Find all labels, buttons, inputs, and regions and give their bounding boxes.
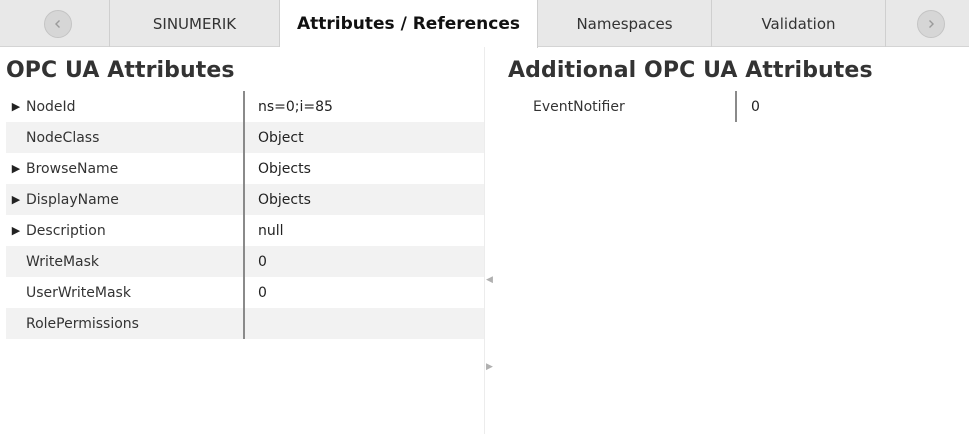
chevron-left-icon — [55, 20, 60, 28]
tab-attributes-references[interactable]: Attributes / References — [280, 0, 538, 48]
tab-namespaces[interactable]: Namespaces — [538, 0, 712, 47]
attribute-name: DisplayName — [26, 191, 119, 208]
additional-attributes-title: Additional OPC UA Attributes — [508, 58, 873, 83]
tab-label: Validation — [761, 14, 836, 33]
expand-caret-icon[interactable]: ▶ — [6, 224, 26, 237]
next-tab-button[interactable] — [917, 10, 945, 38]
attribute-name-cell: ▶ Description — [6, 215, 245, 246]
attribute-name: NodeClass — [26, 129, 100, 146]
attribute-name-cell: ▶ DisplayName — [6, 184, 245, 215]
attribute-name: NodeId — [26, 98, 76, 115]
tab-next-container — [886, 0, 969, 47]
attribute-value: Object — [258, 129, 304, 146]
tab-sinumerik[interactable]: SINUMERIK — [110, 0, 280, 47]
table-row-nodeclass[interactable]: NodeClass Object — [6, 122, 484, 153]
attribute-value: 0 — [258, 253, 267, 270]
table-row-eventnotifier[interactable]: EventNotifier 0 — [497, 91, 969, 122]
expand-caret-icon[interactable]: ▶ — [6, 193, 26, 206]
table-row-userwritemask[interactable]: UserWriteMask 0 — [6, 277, 484, 308]
attribute-name-cell: NodeClass — [6, 122, 245, 153]
tab-label: SINUMERIK — [152, 14, 237, 33]
attribute-name: RolePermissions — [26, 315, 139, 332]
expand-caret-icon[interactable]: ▶ — [6, 100, 26, 113]
tab-label: Namespaces — [576, 14, 673, 33]
chevron-right-icon — [929, 20, 934, 28]
attribute-name-cell: RolePermissions — [6, 308, 245, 339]
attribute-name-cell: WriteMask — [6, 246, 245, 277]
attribute-value: 0 — [751, 98, 760, 115]
attribute-name: EventNotifier — [497, 91, 737, 122]
attribute-value: ns=0;i=85 — [258, 98, 333, 115]
table-row-displayname[interactable]: ▶ DisplayName Objects — [6, 184, 484, 215]
attribute-name-cell: ▶ BrowseName — [6, 153, 245, 184]
tab-prev-container — [0, 0, 110, 47]
collapse-left-icon[interactable]: ◀ — [486, 275, 493, 285]
attribute-name: Description — [26, 222, 106, 239]
tab-label: Attributes / References — [296, 14, 520, 34]
expand-caret-icon[interactable]: ▶ — [6, 162, 26, 175]
collapse-right-icon[interactable]: ▶ — [486, 362, 493, 372]
attribute-value: null — [258, 222, 284, 239]
attribute-value: 0 — [258, 284, 267, 301]
attribute-name: UserWriteMask — [26, 284, 131, 301]
additional-attributes-table: EventNotifier 0 — [497, 91, 969, 122]
tab-validation[interactable]: Validation — [712, 0, 886, 47]
attribute-name-cell: UserWriteMask — [6, 277, 245, 308]
attribute-name: WriteMask — [26, 253, 100, 270]
table-row-browsename[interactable]: ▶ BrowseName Objects — [6, 153, 484, 184]
prev-tab-button[interactable] — [44, 10, 72, 38]
table-row-description[interactable]: ▶ Description null — [6, 215, 484, 246]
attribute-value: Objects — [258, 160, 311, 177]
tab-bar: SINUMERIK Attributes / References Namesp… — [0, 0, 969, 48]
attribute-name-cell: ▶ NodeId — [6, 91, 245, 122]
table-row-writemask[interactable]: WriteMask 0 — [6, 246, 484, 277]
pane-splitter[interactable]: ◀ ▶ — [484, 47, 496, 434]
attribute-name: BrowseName — [26, 160, 119, 177]
opc-ua-attributes-title: OPC UA Attributes — [6, 58, 235, 83]
table-row-rolepermissions[interactable]: RolePermissions — [6, 308, 484, 339]
attribute-value: Objects — [258, 191, 311, 208]
attributes-table: ▶ NodeId ns=0;i=85 NodeClass Object ▶ Brow… — [6, 91, 484, 339]
table-row-nodeid[interactable]: ▶ NodeId ns=0;i=85 — [6, 91, 484, 122]
